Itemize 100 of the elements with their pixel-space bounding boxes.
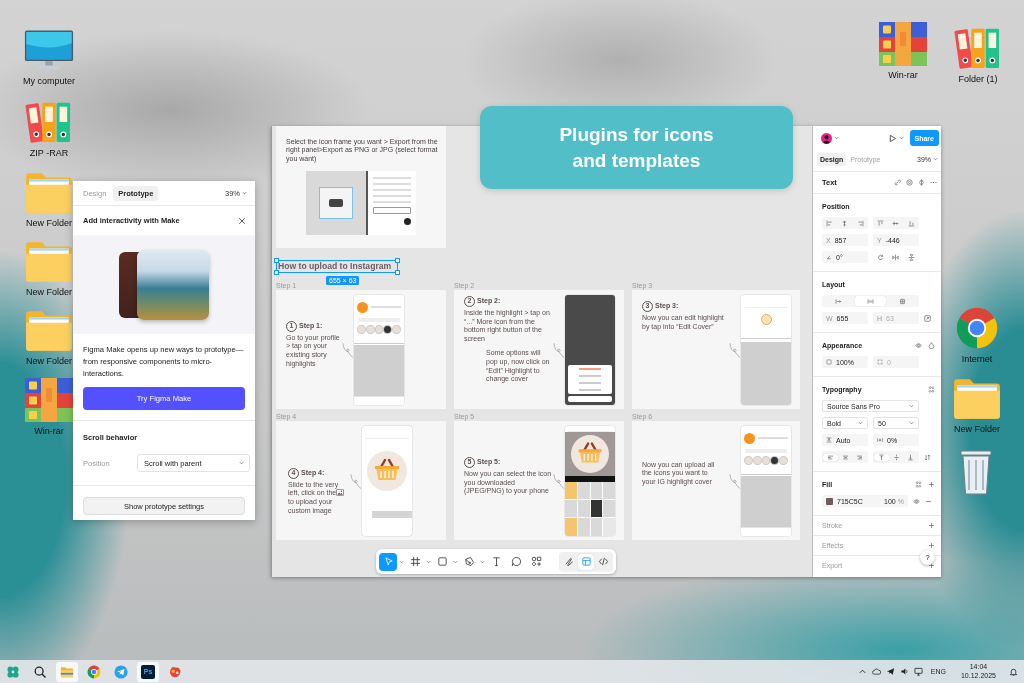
- banner-title: Plugins for icons and templates: [558, 122, 715, 173]
- paper-plane-icon[interactable]: [885, 667, 895, 676]
- desktop-icon-label[interactable]: Win-rar: [34, 426, 64, 436]
- desktop-icon-label[interactable]: New Folder: [26, 356, 72, 366]
- resize-handle[interactable]: [395, 270, 401, 275]
- canvas-heading[interactable]: How to upload to Instagram: [276, 260, 399, 273]
- caret-icon[interactable]: [898, 136, 904, 140]
- frame-icon: [898, 297, 906, 305]
- line-height-icon: [826, 437, 832, 443]
- move-tool-button[interactable]: [379, 552, 397, 571]
- plus-icon[interactable]: [928, 542, 935, 549]
- clover-icon: [6, 664, 20, 679]
- blob-icon: [168, 664, 182, 679]
- more-icon[interactable]: [930, 179, 937, 186]
- align-left-icon[interactable]: [826, 219, 834, 227]
- folder-icon[interactable]: [952, 376, 1002, 420]
- eye-icon[interactable]: [913, 497, 920, 505]
- plus-icon[interactable]: [928, 522, 935, 529]
- fixed-width-icon: [867, 297, 874, 305]
- text-options-icon[interactable]: [924, 453, 931, 461]
- resize-handle[interactable]: [274, 258, 279, 263]
- align-top-icon: [877, 453, 885, 461]
- layout-icon: [580, 556, 592, 567]
- vertical-align-top-button[interactable]: [874, 453, 889, 461]
- help-button[interactable]: ?: [920, 550, 935, 565]
- corner-radius-icon: [877, 359, 883, 365]
- plus-icon[interactable]: [928, 480, 935, 488]
- archive-icon[interactable]: [24, 378, 74, 422]
- desktop-icon-label[interactable]: Internet: [961, 354, 993, 364]
- image-icon: [336, 489, 345, 497]
- align-middle-icon[interactable]: [892, 219, 900, 227]
- close-icon[interactable]: [238, 216, 246, 225]
- letter-spacing-icon: [877, 437, 883, 443]
- caret-icon: [858, 421, 863, 425]
- monitor-icon[interactable]: [24, 28, 74, 72]
- link-icon[interactable]: [894, 179, 901, 186]
- align-bottom-icon[interactable]: [907, 219, 915, 227]
- align-center-icon[interactable]: [841, 219, 849, 227]
- text-align-left-button[interactable]: [823, 453, 838, 461]
- caret-icon: [242, 191, 247, 195]
- caret-icon[interactable]: [834, 136, 839, 140]
- resize-icon[interactable]: [924, 314, 931, 322]
- flip-horizontal-icon[interactable]: [892, 253, 900, 261]
- caret-icon: [909, 421, 914, 425]
- paper-plane-icon: [114, 664, 128, 679]
- flip-vertical-icon[interactable]: [907, 253, 915, 261]
- text-icon: [490, 556, 502, 567]
- align-top-icon[interactable]: [877, 219, 885, 227]
- caret-icon: [933, 157, 938, 161]
- folder-icon[interactable]: [24, 239, 74, 283]
- cloud-icon[interactable]: [871, 667, 881, 676]
- align-center-icon: [841, 453, 849, 461]
- plus-icon[interactable]: [928, 562, 935, 569]
- desktop-icon-label[interactable]: Win-rar: [888, 70, 918, 80]
- auto-height-button[interactable]: [854, 296, 887, 306]
- desktop-icon-label[interactable]: New Folder: [954, 424, 1000, 434]
- align-middle-icon: [892, 453, 900, 461]
- eye-icon[interactable]: [915, 341, 922, 349]
- squiggle-icon: [563, 556, 575, 567]
- caret-icon[interactable]: [480, 559, 485, 564]
- align-right-icon: [856, 453, 864, 461]
- color-swatch[interactable]: [826, 497, 833, 505]
- trash-icon[interactable]: [958, 448, 994, 496]
- folder-icon[interactable]: [24, 170, 74, 214]
- cursor-icon: [382, 556, 394, 567]
- monitor-icon[interactable]: [913, 667, 923, 676]
- folder-icon[interactable]: [24, 308, 74, 352]
- avatar-icon[interactable]: [821, 132, 832, 144]
- play-icon[interactable]: [887, 133, 897, 143]
- styles-grid-icon[interactable]: [928, 385, 935, 393]
- drop-icon[interactable]: [928, 341, 935, 349]
- folder-icon: [60, 664, 74, 679]
- caret-icon[interactable]: [426, 559, 431, 564]
- caret-icon: [909, 404, 914, 408]
- align-left-icon: [826, 453, 834, 461]
- desktop-icon-label[interactable]: New Folder: [26, 218, 72, 228]
- chevron-up-icon[interactable]: [857, 667, 867, 676]
- rotate-icon[interactable]: [877, 253, 885, 261]
- caret-icon: [239, 461, 244, 465]
- diamond-icon[interactable]: [918, 179, 925, 186]
- archive-icon[interactable]: [878, 22, 928, 66]
- frame-icon: [409, 556, 421, 567]
- resize-handle[interactable]: [274, 270, 279, 275]
- browser-icon: [87, 664, 101, 679]
- caret-icon[interactable]: [399, 559, 404, 564]
- target-icon[interactable]: [906, 179, 913, 186]
- speaker-icon[interactable]: [899, 667, 909, 676]
- design-mode-button[interactable]: [578, 553, 594, 570]
- align-right-icon[interactable]: [856, 219, 864, 227]
- angle-icon: [826, 254, 832, 260]
- rectangle-icon: [436, 556, 448, 567]
- desktop-icon-label[interactable]: My computer: [23, 76, 75, 86]
- desktop-icon-label[interactable]: Folder (1): [958, 74, 998, 84]
- pen-icon: [463, 556, 475, 567]
- caret-icon[interactable]: [453, 559, 458, 564]
- desktop-icon-label[interactable]: ZIP -RAR: [29, 148, 69, 158]
- bell-icon[interactable]: [1009, 667, 1018, 676]
- desktop-icon-label[interactable]: New Folder: [26, 287, 72, 297]
- resize-handle[interactable]: [395, 258, 401, 263]
- styles-grid-icon[interactable]: [915, 480, 922, 488]
